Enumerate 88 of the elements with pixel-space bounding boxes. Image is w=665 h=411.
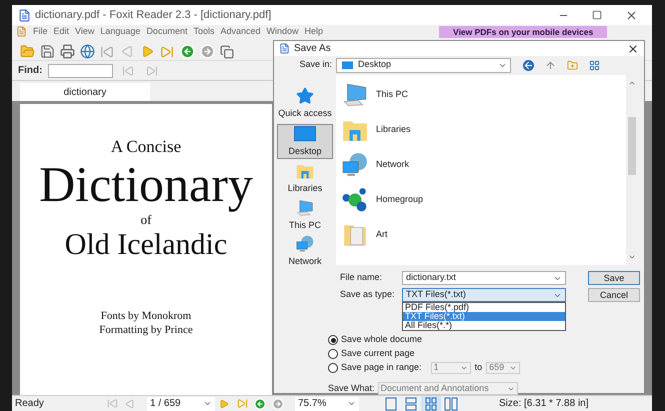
- find-label: Find:: [18, 64, 42, 78]
- dialog-title: Save As: [294, 42, 332, 56]
- location-entry[interactable]: Libraries: [342, 118, 482, 142]
- caret-icon: [460, 364, 468, 372]
- type-option[interactable]: All Files(*.*): [403, 321, 565, 330]
- close-icon: [624, 8, 638, 22]
- app-icon: [279, 43, 290, 54]
- find-field[interactable]: [48, 64, 114, 78]
- place-item[interactable]: Libraries: [277, 162, 333, 196]
- desktop-icon: [340, 60, 355, 70]
- forward-icon[interactable]: [198, 42, 216, 60]
- place-item[interactable]: This PC: [277, 198, 333, 232]
- view-mode-button[interactable]: [421, 396, 441, 411]
- back-icon[interactable]: [178, 42, 196, 60]
- save-in-dropdown[interactable]: Desktop: [336, 58, 511, 72]
- radio-label: Save current page: [341, 347, 415, 360]
- network-icon: [342, 152, 368, 178]
- radio-button[interactable]: [328, 349, 338, 359]
- app-icon: [18, 8, 31, 22]
- page-text: of: [140, 212, 152, 228]
- close-button[interactable]: [627, 42, 639, 54]
- page-size-text: Size: [6.31 * 7.88 in]: [499, 397, 589, 411]
- dialog-button[interactable]: Save: [588, 271, 640, 285]
- location-entry[interactable]: Network: [342, 153, 482, 177]
- facing-pages-icon: [444, 396, 458, 410]
- save-as-type-label: Save as type:: [339, 288, 396, 302]
- menu-item[interactable]: Help: [304, 26, 324, 37]
- computer-icon: [342, 82, 368, 108]
- menu-item[interactable]: Language: [100, 26, 140, 37]
- app-icon: [16, 26, 27, 37]
- caret-icon: [347, 399, 356, 408]
- maximize-icon: [592, 10, 602, 20]
- scrollbar-thumb[interactable]: [628, 117, 636, 175]
- menu-item[interactable]: Document: [146, 26, 188, 37]
- menu-item[interactable]: View: [75, 26, 94, 37]
- window-title: dictionary.pdf - Foxit Reader 2.3 - [dictionary.pdf]: [35, 8, 272, 23]
- save-what-dropdown[interactable]: Document and Annotations: [378, 382, 518, 396]
- single-page-icon: [385, 396, 397, 410]
- range-from-field[interactable]: 1: [430, 362, 471, 374]
- page-field[interactable]: 1 / 659: [147, 396, 215, 410]
- caret-icon: [509, 364, 518, 372]
- location-entry[interactable]: This PC: [342, 83, 482, 107]
- homegroup-icon: [342, 187, 368, 213]
- page-text: Fonts by Monokrom: [100, 309, 192, 323]
- file-name-field[interactable]: dictionary.txt: [402, 271, 566, 285]
- continuous-page-icon: [405, 396, 417, 410]
- place-item[interactable]: Desktop: [277, 124, 333, 159]
- place-item[interactable]: Network: [277, 235, 333, 268]
- menu-item[interactable]: Window: [266, 26, 299, 37]
- menu-item[interactable]: Tools: [193, 26, 214, 37]
- menu-item[interactable]: Edit: [54, 26, 70, 37]
- scroll-up-icon: [628, 79, 636, 87]
- document-tab[interactable]: dictionary: [20, 83, 150, 101]
- grid-pages-icon: [425, 396, 437, 410]
- folder-icon: [296, 162, 314, 180]
- desktop-icon: [293, 124, 317, 142]
- computer-icon: [296, 198, 314, 216]
- radio-button[interactable]: [328, 335, 338, 345]
- zoom-field[interactable]: 75.7%: [295, 396, 359, 410]
- scroll-down-icon: [628, 253, 636, 261]
- print-icon[interactable]: [58, 42, 76, 60]
- save-what-label: Save What:: [328, 382, 375, 395]
- menu-item[interactable]: File: [33, 26, 48, 37]
- star-icon: [296, 87, 314, 105]
- page-text: Formatting by Prince: [99, 323, 193, 337]
- radio-label: Save whole docume: [341, 333, 422, 346]
- range-to-field[interactable]: 659: [486, 362, 520, 374]
- file-name-label: File name:: [339, 271, 384, 284]
- dialog-button[interactable]: Cancel: [588, 288, 640, 302]
- save-as-type-dropdown[interactable]: TXT Files(*.txt): [402, 288, 566, 302]
- range-to-label: to: [474, 361, 482, 374]
- caret-icon: [203, 399, 212, 408]
- place-item[interactable]: Quick access: [277, 87, 333, 120]
- copy-icon[interactable]: [218, 42, 236, 60]
- globe-icon[interactable]: [78, 42, 96, 60]
- status-text: Ready: [15, 397, 45, 411]
- network-icon: [296, 235, 314, 253]
- type-option[interactable]: TXT Files(*.txt): [403, 312, 565, 321]
- menu-item[interactable]: Advanced: [220, 26, 261, 37]
- type-option[interactable]: PDF Files(*.pdf): [403, 303, 565, 312]
- ad-banner[interactable]: View PDFs on your mobile devices: [439, 26, 608, 38]
- close-icon: [627, 42, 639, 54]
- location-entry[interactable]: Art: [342, 223, 482, 247]
- save-in-label: Save in:: [298, 58, 333, 72]
- page-text: Old Icelandic: [64, 229, 228, 261]
- location-entry[interactable]: Homegroup: [342, 188, 482, 212]
- radio-label: Save page in range:: [341, 361, 422, 374]
- radio-button[interactable]: [328, 363, 338, 373]
